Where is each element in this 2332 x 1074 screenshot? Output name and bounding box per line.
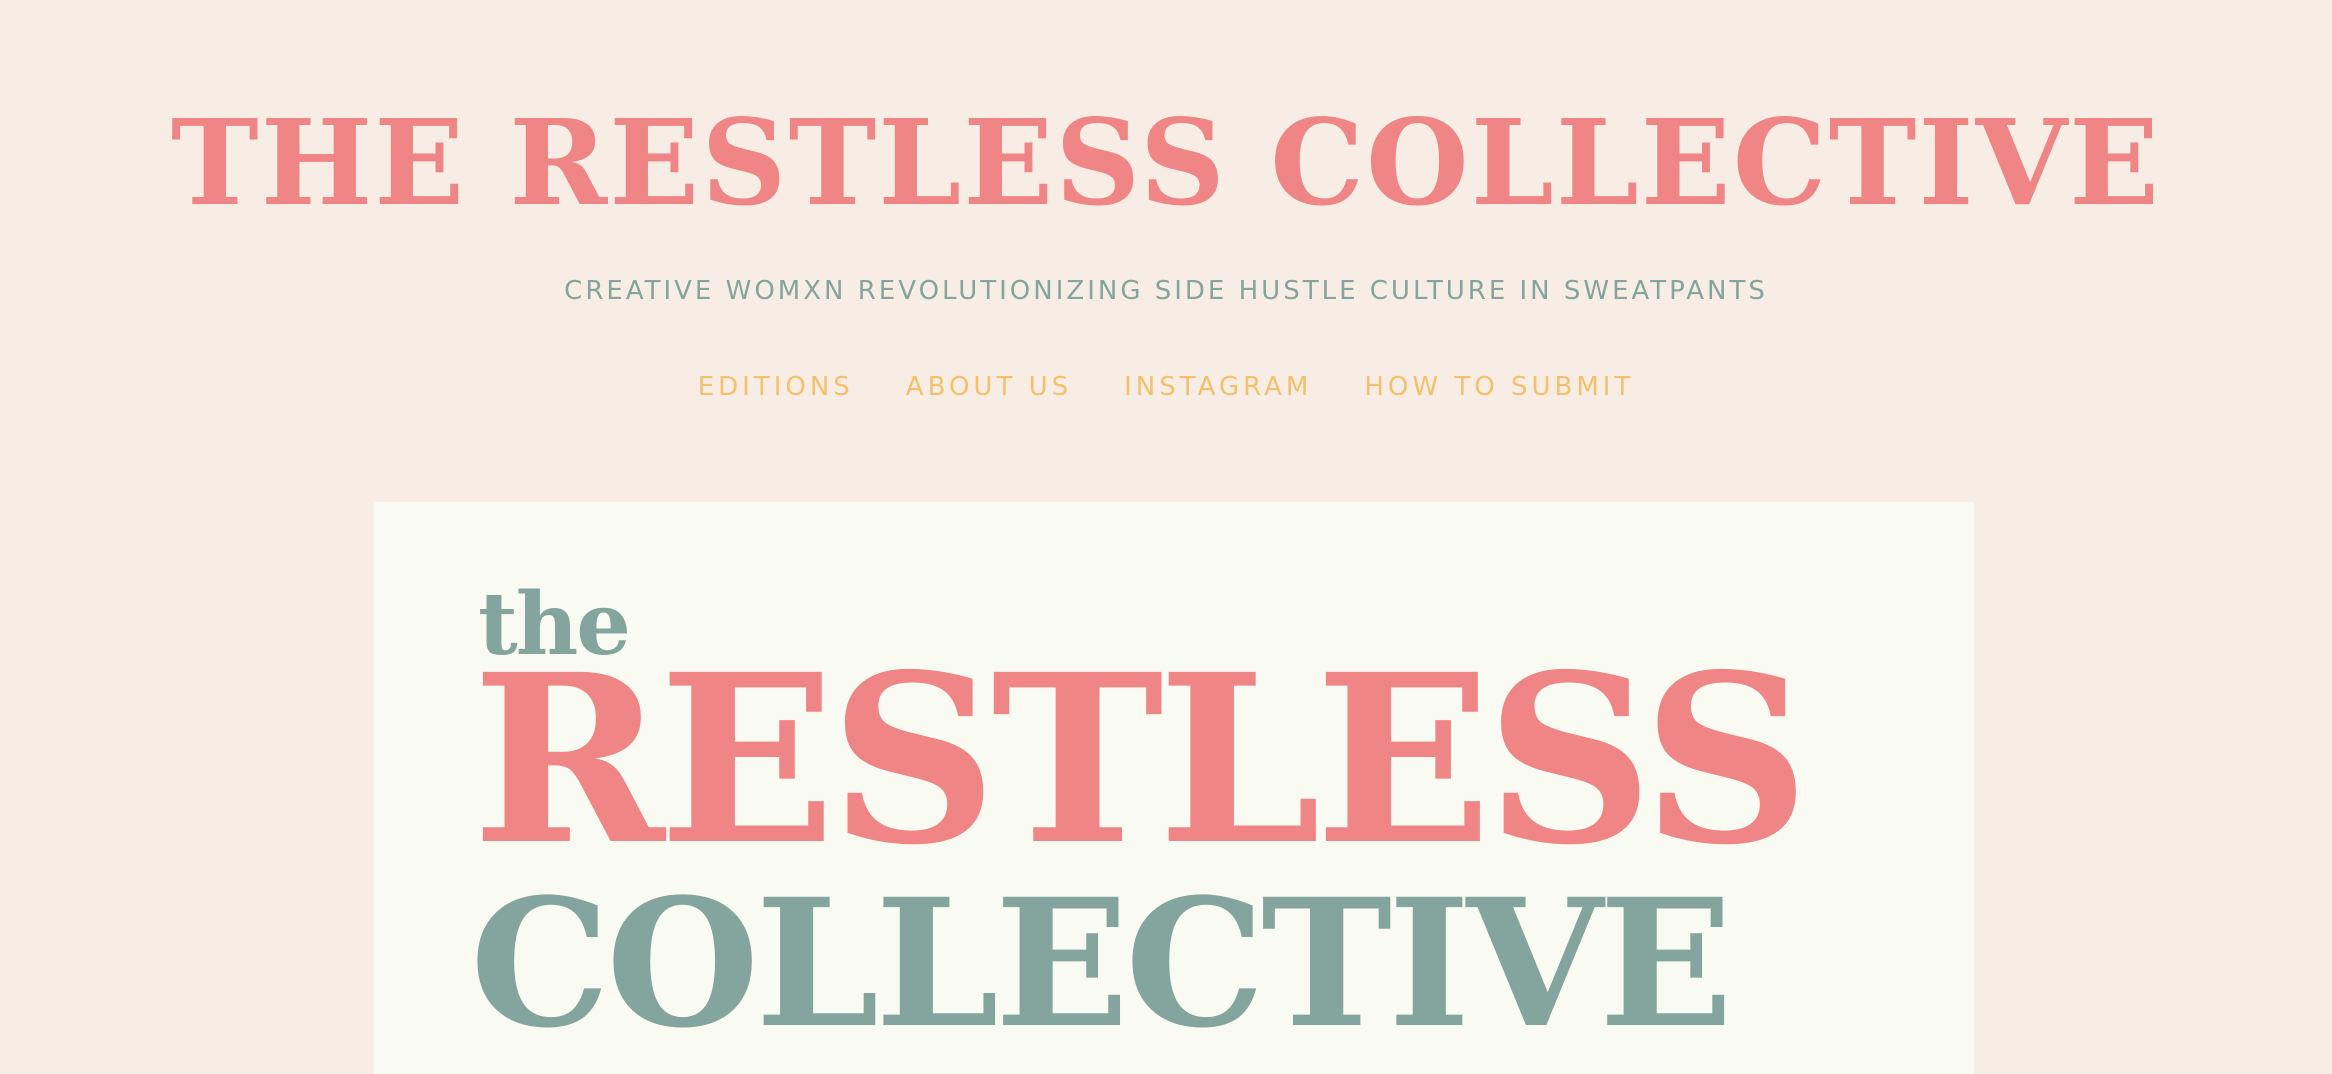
nav-link-editions[interactable]: EDITIONS <box>698 370 854 404</box>
site-tagline: CREATIVE WOMXN REVOLUTIONIZING SIDE HUST… <box>564 276 1768 306</box>
hero-logo-banner: the RESTLESS COLLECTIVE <box>374 502 1974 1074</box>
nav-link-about-us[interactable]: ABOUT US <box>906 370 1072 404</box>
nav-link-instagram[interactable]: INSTAGRAM <box>1124 370 1312 404</box>
hero-logo-restless: RESTLESS <box>472 623 1810 896</box>
site-title[interactable]: THE RESTLESS COLLECTIVE <box>0 98 2332 228</box>
nav-link-how-to-submit[interactable]: HOW TO SUBMIT <box>1364 370 1634 404</box>
main-nav: EDITIONS ABOUT US INSTAGRAM HOW TO SUBMI… <box>0 370 2332 404</box>
hero-logo-collective: COLLECTIVE <box>470 860 1733 1067</box>
